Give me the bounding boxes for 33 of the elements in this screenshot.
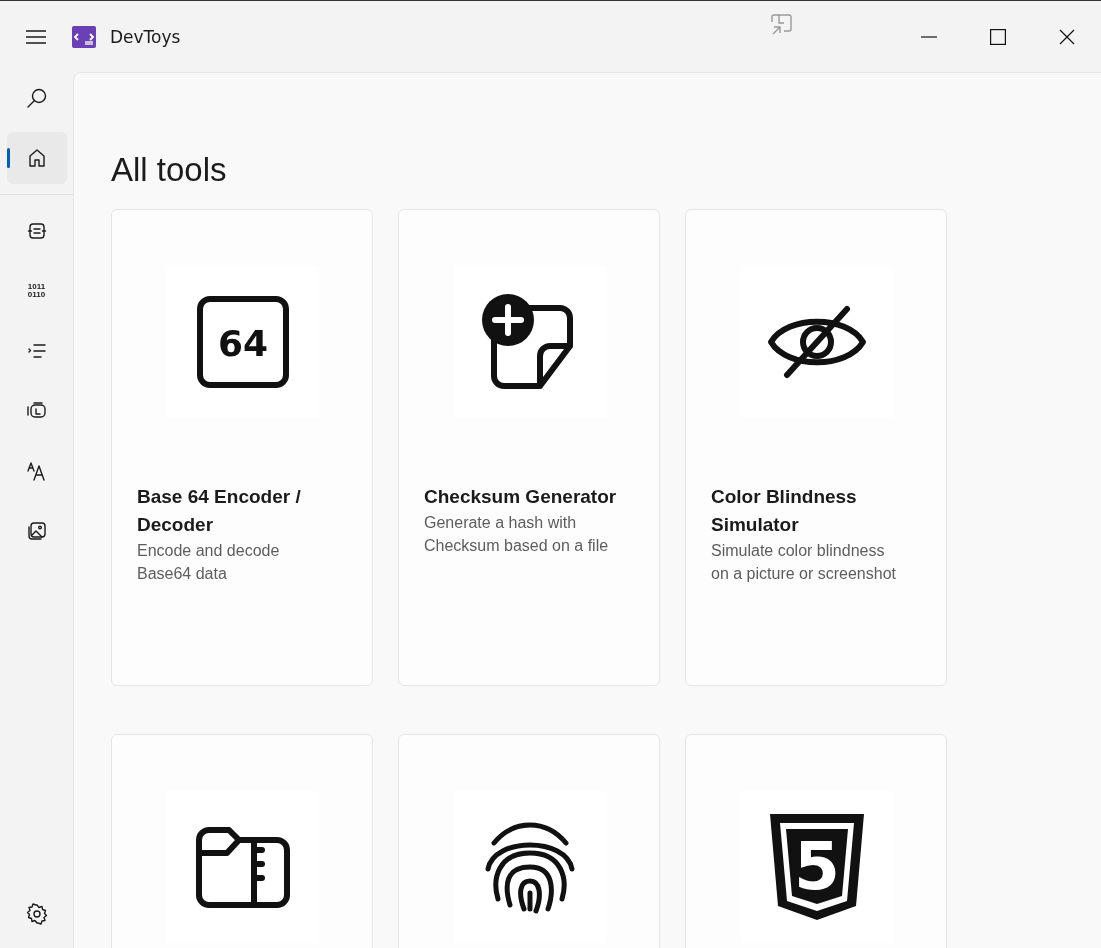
tool-description: Simulate color blindness on a picture or screenshot [711, 541, 897, 584]
close-icon [1058, 28, 1075, 45]
tool-description: Generate a hash with Checksum based on a file [424, 513, 610, 556]
binary-nav-item[interactable]: 1011 0110 [6, 265, 67, 317]
app-logo-icon [72, 25, 96, 48]
gear-box-icon [25, 401, 48, 421]
compact-overlay-icon[interactable] [771, 14, 793, 36]
minimize-icon [920, 35, 937, 38]
tool-card[interactable]: Color Blindness Simulator Simulate color blindness on a picture or screenshot [685, 209, 947, 686]
font-size-icon [25, 461, 48, 481]
converter-icon [26, 221, 47, 241]
home-icon [26, 148, 47, 168]
home-nav-item[interactable] [6, 132, 67, 184]
tool-description: Encode and decode Base64 data [137, 541, 281, 584]
image-icon [26, 521, 47, 541]
page-heading: All tools [111, 151, 228, 189]
menu-icon [25, 28, 47, 45]
binary-icon: 1011 0110 [27, 283, 46, 299]
base64-icon: 64 [197, 296, 289, 388]
indent-list-icon [26, 341, 47, 361]
tool-card[interactable]: 64 Base 64 Encoder / Decoder Encode and decode Base64 data [111, 209, 373, 686]
settings-icon [25, 903, 48, 925]
search-icon [25, 87, 48, 109]
tool-title: Color Blindness Simulator [711, 485, 858, 537]
tool-title: Base 64 Encoder / Decoder [137, 485, 302, 537]
tool-card[interactable]: Checksum Generator Generate a hash with Checksum based on a file [398, 209, 660, 686]
window-title: DevToys [110, 26, 181, 47]
html5-shield-icon: 5 [767, 811, 867, 923]
zip-folder-icon [196, 826, 290, 908]
tool-card[interactable]: 5 [685, 734, 947, 948]
maximize-icon [989, 28, 1006, 45]
tool-title: Checksum Generator [424, 485, 618, 509]
eye-off-icon [767, 305, 867, 379]
